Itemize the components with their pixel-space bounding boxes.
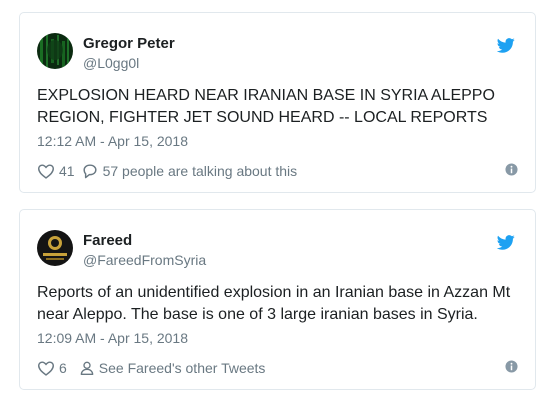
author-name[interactable]: Fareed xyxy=(83,232,132,249)
profile-link-label: See Fareed's other Tweets xyxy=(98,360,266,376)
info-icon[interactable] xyxy=(505,360,518,373)
person-icon xyxy=(80,361,94,375)
like-count: 6 xyxy=(59,360,67,376)
author-name[interactable]: Gregor Peter xyxy=(83,35,175,52)
conversation-label: 57 people are talking about this xyxy=(102,163,298,179)
tweet-text: EXPLOSION HEARD NEAR IRANIAN BASE IN SYR… xyxy=(37,87,495,126)
heart-icon xyxy=(37,164,55,179)
info-icon[interactable] xyxy=(505,163,518,176)
avatar[interactable] xyxy=(37,230,73,266)
author-handle[interactable]: @L0gg0l xyxy=(83,55,139,71)
tweet-actions: 41 57 people are talking about this xyxy=(37,161,518,181)
like-button[interactable]: 41 xyxy=(37,163,75,179)
like-count: 41 xyxy=(59,163,75,179)
tweet-text: Reports of an unidentified explosion in … xyxy=(37,284,511,323)
avatar[interactable] xyxy=(37,33,73,69)
heart-icon xyxy=(37,361,55,376)
tweet-card[interactable]: Fareed @FareedFromSyria Reports of an un… xyxy=(19,209,536,390)
profile-link[interactable]: See Fareed's other Tweets xyxy=(79,360,266,376)
twitter-bird-icon[interactable] xyxy=(497,235,515,250)
tweet-timestamp[interactable]: 12:09 AM - Apr 15, 2018 xyxy=(37,330,188,346)
tweet-card[interactable]: Gregor Peter @L0gg0l EXPLOSION HEARD NEA… xyxy=(19,12,536,193)
reply-bubble-icon xyxy=(83,164,97,179)
tweet-timestamp[interactable]: 12:12 AM - Apr 15, 2018 xyxy=(37,133,188,149)
tweet-actions: 6 See Fareed's other Tweets xyxy=(37,358,518,378)
conversation-link[interactable]: 57 people are talking about this xyxy=(81,163,298,179)
twitter-bird-icon[interactable] xyxy=(497,38,515,53)
like-button[interactable]: 6 xyxy=(37,360,67,376)
author-handle[interactable]: @FareedFromSyria xyxy=(83,252,206,268)
